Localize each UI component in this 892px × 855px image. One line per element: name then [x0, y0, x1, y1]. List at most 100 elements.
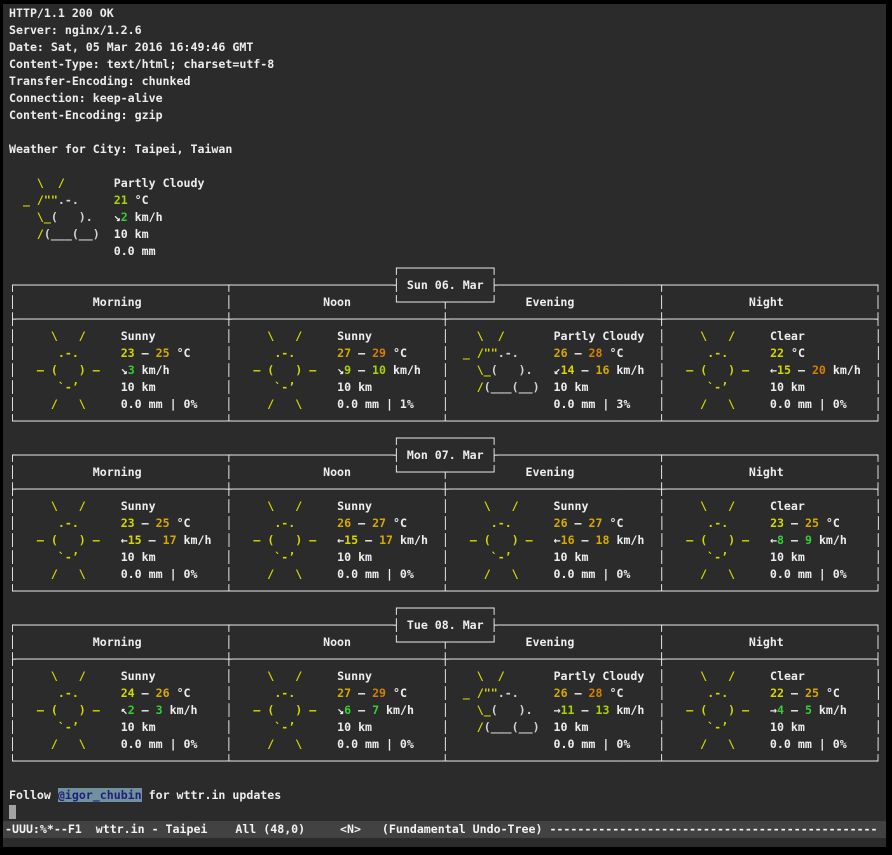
terminal-text [449, 499, 456, 513]
terminal-text [805, 669, 875, 683]
weather-icon-art: \ / [23, 669, 114, 683]
terminal-text: 0.0 mm | 0% [770, 567, 847, 581]
terminal-text [805, 499, 875, 513]
terminal-text: ↘ [114, 210, 121, 224]
terminal-text: Partly Cloudy [114, 176, 205, 190]
forecast-row: │ \ / Sunny │ \ / Sunny │ \ / Sunny │ \ … [9, 498, 886, 515]
terminal-text: → [770, 703, 777, 717]
terminal-text: 26 [554, 516, 568, 530]
terminal-text [114, 533, 121, 547]
blank-line [9, 770, 886, 787]
table-separator: ├──────────────────────────────┼────────… [9, 651, 886, 668]
weather-icon-art: \ / [456, 499, 547, 513]
forecast-row: │ – ( ) – ↘3 km/h │ – ( ) – ↘9 – 10 km/h… [9, 362, 886, 379]
terminal-text: Content-Type: text/html; charset=utf-8 [9, 57, 274, 71]
terminal-text [414, 703, 442, 717]
table-header-row: │ Morning │ Noon └──────┬──────┘ Evening… [9, 634, 886, 651]
terminal-text: – [135, 686, 156, 700]
terminal-text: └──────────────────────────────┴────────… [9, 414, 882, 428]
terminal-text: 7 [372, 703, 379, 717]
terminal-text: Follow [9, 788, 58, 802]
terminal-text: Sunny [337, 329, 372, 343]
weather-icon-art: / \ [456, 567, 547, 581]
terminal-text: Date: Sat, 05 Mar 2016 16:49:46 GMT [9, 40, 253, 54]
terminal-text [191, 686, 226, 700]
terminal-text: 0.0 mm | 1% [337, 397, 414, 411]
terminal-text [191, 516, 226, 530]
terminal-text: 27 [372, 516, 386, 530]
terminal-text: Server: nginx/1.2.6 [9, 23, 142, 37]
terminal-text: 10 km [337, 720, 372, 734]
weather-icon-art: 22 [770, 686, 784, 700]
terminal-text [840, 686, 875, 700]
blank-line [9, 158, 886, 175]
weather-icon-art [16, 244, 107, 258]
footer-line: Follow @igor_chubin for wttr.in updates [9, 787, 886, 804]
terminal-text: │ [9, 703, 16, 717]
terminal-text: °C [819, 516, 840, 530]
terminal-text: 3 [156, 703, 163, 717]
terminal-text [16, 550, 23, 564]
terminal-text: │ [9, 669, 16, 683]
terminal-text: │ [9, 499, 16, 513]
terminal-text [644, 669, 658, 683]
terminal-text: 26 [554, 686, 568, 700]
weather-icon-art: `-’ [239, 380, 330, 394]
terminal-text [107, 210, 114, 224]
terminal-text: – [568, 346, 589, 360]
terminal-text [588, 720, 658, 734]
terminal-text [449, 720, 456, 734]
terminal-text: ├──────────────────────────────┼────────… [9, 312, 882, 326]
terminal-text: │ [442, 533, 449, 547]
terminal-text: │ [442, 703, 449, 717]
terminal-text: └──────────────────────────────┴────────… [9, 754, 882, 768]
terminal-text [16, 703, 23, 717]
weather-icon-art: (___(__) [484, 720, 547, 734]
weather-icon-art: .-. [239, 516, 330, 530]
terminal-text [156, 244, 219, 258]
forecast-row: │ .-. 24 – 26 °C │ .-. 27 – 29 °C │ _ /"… [9, 685, 886, 702]
terminal-text [16, 329, 23, 343]
terminal-buffer[interactable]: HTTP/1.1 200 OKServer: nginx/1.2.6Date: … [3, 4, 886, 821]
terminal-text [114, 567, 121, 581]
terminal-text [588, 499, 658, 513]
terminal-text: 10 km [554, 550, 589, 564]
terminal-text: ├──────────────────────────────┼────────… [9, 482, 882, 496]
terminal-text [407, 686, 442, 700]
forecast-row: │ – ( ) – ↖2 – 3 km/h │ – ( ) – ↘6 – 7 k… [9, 702, 886, 719]
terminal-text [372, 499, 442, 513]
terminal-text: │ [875, 567, 882, 581]
weather-icon-art: / [456, 720, 484, 734]
terminal-text: │ [875, 737, 882, 751]
terminal-text: Content-Encoding: gzip [9, 108, 163, 122]
terminal-text [449, 567, 456, 581]
weather-icon-art: `-’ [23, 550, 114, 564]
terminal-text [191, 346, 226, 360]
terminal-text: │ [875, 720, 882, 734]
terminal-text: 0.0 mm | 0% [770, 737, 847, 751]
weather-icon-art: \ / [239, 499, 330, 513]
terminal-text [114, 397, 121, 411]
http-header-line: Content-Encoding: gzip [9, 107, 886, 124]
twitter-link[interactable]: @igor_chubin [58, 788, 142, 802]
forecast-row: │ .-. 23 – 25 °C │ .-. 27 – 29 °C │ _ /"… [9, 345, 886, 362]
blank-line [9, 124, 886, 141]
terminal-text [449, 346, 456, 360]
terminal-text: Sunny [337, 499, 372, 513]
terminal-text: – [575, 703, 596, 717]
terminal-text: │ [442, 380, 449, 394]
weather-icon-art: \ / [456, 669, 505, 683]
table-header-row: │ Morning │ Noon └──────┬──────┘ Evening… [9, 294, 886, 311]
terminal-text [547, 533, 554, 547]
terminal-text [9, 176, 16, 190]
terminal-text [16, 533, 23, 547]
table-bottom-border: └──────────────────────────────┴────────… [9, 583, 886, 600]
cursor-block [9, 805, 16, 819]
weather-icon-art: – ( ) – [23, 703, 114, 717]
weather-icon-art: .-. [456, 516, 547, 530]
table-top-border: ┌──────────────────────────────┬────────… [9, 277, 886, 294]
terminal-text: 4 [777, 703, 784, 717]
weather-icon-art: `-’ [23, 380, 114, 394]
forecast-row: │ – ( ) – ←15 – 17 km/h │ – ( ) – ←15 – … [9, 532, 886, 549]
terminal-text: Weather for City: Taipei, Taiwan [9, 142, 232, 156]
